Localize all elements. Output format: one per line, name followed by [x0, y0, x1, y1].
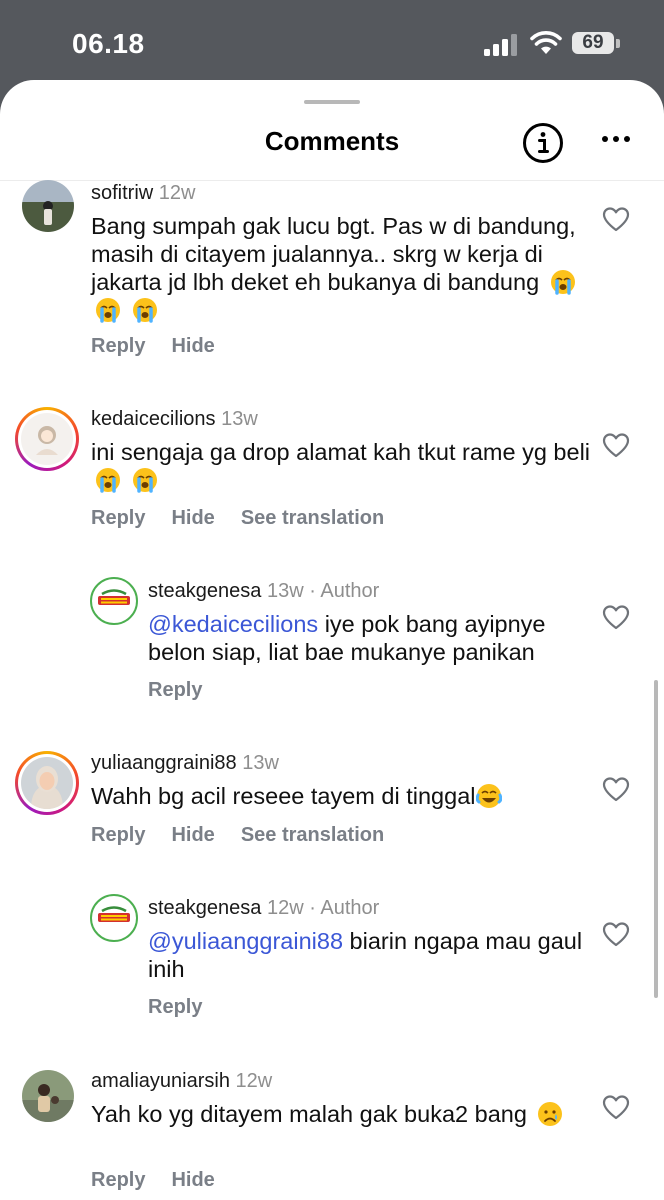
heart-icon[interactable]: [602, 604, 630, 630]
comment-actions: Reply: [148, 996, 228, 1019]
reply-button[interactable]: Reply: [148, 679, 202, 701]
comment-item: sofitriw 12w Bang sumpah gak lucu bgt. P…: [0, 180, 664, 380]
see-translation-button[interactable]: See translation: [241, 507, 384, 529]
user-avatar[interactable]: [90, 577, 138, 625]
heart-icon[interactable]: [602, 1094, 630, 1120]
see-translation-button[interactable]: See translation: [241, 824, 384, 846]
reply-button[interactable]: Reply: [148, 996, 202, 1018]
comment-body: Wahh bg acil reseee tayem di tinggal: [91, 783, 476, 809]
comment-text: ini sengaja ga drop alamat kah tkut rame…: [91, 438, 591, 494]
comments-sheet: Comments sofitriw 12w Bang sumpah gak lu…: [0, 80, 664, 1200]
username[interactable]: kedaicecilions: [91, 408, 216, 430]
comment-body: ini sengaja ga drop alamat kah tkut rame…: [91, 439, 591, 465]
status-bar: 06.18 69: [0, 0, 664, 90]
comment-meta: steakgenesa 12w · Author: [148, 897, 379, 920]
comment-meta: amaliayuniarsih 12w: [91, 1070, 272, 1093]
hide-button[interactable]: Hide: [171, 507, 214, 529]
mention-link[interactable]: @kedaicecilions: [148, 611, 318, 637]
author-label: · Author: [309, 897, 380, 919]
heart-icon[interactable]: [602, 432, 630, 458]
sheet-header: Comments: [0, 110, 664, 178]
username[interactable]: sofitriw: [91, 182, 153, 204]
loudly-crying-face-icon: [132, 468, 157, 493]
hide-button[interactable]: Hide: [171, 335, 214, 357]
comment-actions: Reply Hide See translation: [91, 507, 410, 530]
comment-text: Bang sumpah gak lucu bgt. Pas w di bandu…: [91, 212, 591, 324]
reply-button[interactable]: Reply: [91, 507, 145, 529]
status-time: 06.18: [72, 28, 145, 59]
heart-icon[interactable]: [602, 206, 630, 232]
comment-actions: Reply Hide: [91, 1169, 241, 1192]
comment-time: 13w: [221, 408, 258, 430]
comment-item: kedaicecilions 13w ini sengaja ga drop a…: [0, 402, 664, 552]
comment-item: amaliayuniarsih 12w Yah ko yg ditayem ma…: [0, 1068, 664, 1200]
reply-button[interactable]: Reply: [91, 335, 145, 357]
loudly-crying-face-icon: [550, 270, 575, 295]
battery-level: 69: [582, 32, 604, 53]
comment-actions: Reply Hide: [91, 335, 241, 358]
comment-text: Wahh bg acil reseee tayem di tinggal: [91, 782, 591, 810]
wifi-icon: [530, 31, 562, 54]
loudly-crying-face-icon: [96, 298, 120, 323]
more-options-icon[interactable]: [600, 134, 632, 144]
story-ring[interactable]: [15, 407, 79, 471]
user-avatar[interactable]: [21, 757, 73, 809]
story-ring[interactable]: [15, 751, 79, 815]
hide-button[interactable]: Hide: [171, 824, 214, 846]
sheet-grabber[interactable]: [304, 100, 360, 104]
comment-meta: kedaicecilions 13w: [91, 408, 258, 431]
hide-button[interactable]: Hide: [171, 1169, 214, 1191]
comment-text: Yah ko yg ditayem malah gak buka2 bang: [91, 1100, 591, 1128]
comment-time: 13w: [266, 580, 304, 602]
comment-meta: yuliaanggraini88 13w: [91, 752, 279, 775]
heart-icon[interactable]: [602, 776, 630, 802]
mention-link[interactable]: @yuliaanggraini88: [148, 928, 343, 954]
username[interactable]: amaliayuniarsih: [91, 1070, 230, 1092]
username[interactable]: steakgenesa: [148, 897, 261, 919]
user-avatar[interactable]: [90, 894, 138, 942]
crying-face-icon: [538, 1102, 563, 1126]
username[interactable]: yuliaanggraini88: [91, 752, 237, 774]
comment-time: 12w: [235, 1070, 273, 1092]
heart-icon[interactable]: [602, 921, 630, 947]
reply-item: steakgenesa 12w · Author @yuliaanggraini…: [0, 891, 664, 1031]
username[interactable]: steakgenesa: [148, 580, 261, 602]
reply-button[interactable]: Reply: [91, 1169, 145, 1191]
author-label: · Author: [309, 580, 380, 602]
comment-meta: sofitriw 12w: [91, 182, 196, 205]
scrollbar[interactable]: [654, 680, 658, 998]
comment-text: @yuliaanggraini88 biarin ngapa mau gaul …: [148, 927, 588, 983]
face-with-tears-of-joy-icon: [476, 784, 503, 808]
user-avatar[interactable]: [22, 1070, 74, 1122]
comment-actions: Reply: [148, 679, 228, 702]
comment-time: 13w: [242, 752, 279, 774]
comment-text: @kedaicecilions iye pok bang ayipnye bel…: [148, 610, 588, 666]
loudly-crying-face-icon: [96, 468, 120, 493]
info-icon[interactable]: [522, 122, 564, 164]
comment-time: 12w: [266, 897, 304, 919]
comment-body: Yah ko yg ditayem malah gak buka2 bang: [91, 1101, 527, 1127]
comment-time: 12w: [158, 182, 196, 204]
comment-body: Bang sumpah gak lucu bgt. Pas w di bandu…: [91, 213, 576, 295]
comment-item: yuliaanggraini88 13w Wahh bg acil reseee…: [0, 746, 664, 886]
user-avatar[interactable]: [22, 180, 74, 232]
user-avatar[interactable]: [21, 413, 73, 465]
reply-button[interactable]: Reply: [91, 824, 145, 846]
loudly-crying-face-icon: [132, 298, 157, 323]
reply-item: steakgenesa 13w · Author @kedaicecilions…: [0, 574, 664, 714]
cellular-signal-icon: [484, 34, 517, 56]
battery-indicator: 69: [572, 32, 622, 56]
comment-meta: steakgenesa 13w · Author: [148, 580, 379, 603]
comment-actions: Reply Hide See translation: [91, 824, 410, 847]
sheet-title: Comments: [264, 126, 400, 156]
